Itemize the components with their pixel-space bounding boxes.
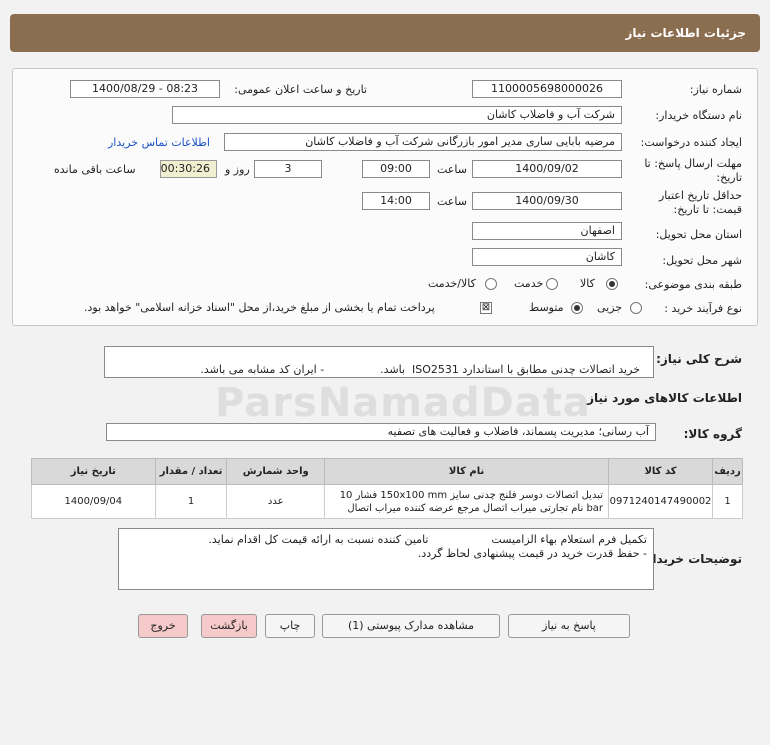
announce-label: تاریخ و ساعت اعلان عمومی: — [234, 83, 367, 96]
requester-field: مرضیه بابایی ساری مدیر امور بازرگانی شرک… — [224, 133, 622, 151]
cell-qty: 1 — [154, 484, 228, 519]
goods-section-title: اطلاعات کالاهای مورد نیاز — [587, 391, 742, 405]
col-unit: واحد شمارش — [226, 458, 326, 485]
deadline-label-1: مهلت ارسال پاسخ: تا — [644, 157, 742, 170]
cell-name-line2: bar نام تجارتی میراب اتصال مرجع عرضه کنن… — [347, 502, 604, 514]
buyer-notes-line1: تکمیل فرم استعلام بهاء الزامیست تامین کن… — [208, 533, 647, 546]
process-label: نوع فرآیند خرید : — [664, 302, 742, 315]
description-text: خرید اتصالات چدنی مطابق با استاندارد ISO… — [200, 363, 640, 376]
back-button[interactable]: بازگشت — [201, 614, 257, 638]
category-option-goods: کالا — [580, 277, 595, 290]
buyer-notes-line2: - حفظ قدرت خرید در قیمت پیشنهادی لحاظ گر… — [417, 547, 647, 560]
attachments-button[interactable]: مشاهده مدارک پیوستی (1) — [322, 614, 500, 638]
province-label: استان محل تحویل: — [655, 228, 742, 241]
deadline-time-label: ساعت — [437, 163, 467, 176]
process-option-medium: متوسط — [529, 301, 564, 314]
category-label: طبقه بندی موضوعی: — [644, 278, 742, 291]
validity-label-1: حداقل تاریخ اعتبار — [658, 189, 742, 202]
exit-button[interactable]: خروج — [138, 614, 188, 638]
items-table: ردیف کد کالا نام کالا واحد شمارش تعداد /… — [31, 458, 743, 519]
deadline-label-2: تاریخ: — [716, 171, 742, 184]
cell-name-line1: تبدیل اتصالات دوسر فلنج چدنی سایز 150x10… — [339, 489, 604, 501]
col-name: نام کالا — [324, 458, 610, 485]
requester-label: ایجاد کننده درخواست: — [640, 136, 742, 149]
validity-time-field: 14:00 — [362, 192, 430, 210]
cell-code: 0971240147490002 — [608, 484, 714, 519]
goods-group-label: گروه کالا: — [683, 427, 742, 441]
category-option-service: خدمت — [514, 277, 544, 290]
cell-name: تبدیل اتصالات دوسر فلنج چدنی سایز 150x10… — [324, 484, 610, 519]
remaining-time-field: 00:30:26 — [160, 160, 217, 178]
need-number-label: شماره نیاز: — [689, 83, 742, 96]
process-radio-medium[interactable] — [571, 302, 583, 314]
cell-row: 1 — [712, 484, 743, 519]
announce-field: 1400/08/29 - 08:23 — [70, 80, 220, 98]
city-field: کاشان — [472, 248, 622, 266]
category-radio-goods-service[interactable] — [485, 278, 497, 290]
cell-unit: عدد — [226, 484, 326, 519]
col-row: ردیف — [712, 458, 743, 485]
buyer-org-field: شرکت آب و فاضلاب کاشان — [172, 106, 622, 124]
category-radio-service[interactable] — [546, 278, 558, 290]
validity-label-2: قیمت: تا تاریخ: — [673, 203, 742, 216]
deadline-time-field: 09:00 — [362, 160, 430, 178]
description-label: شرح کلی نیاز: — [656, 352, 742, 366]
province-field: اصفهان — [472, 222, 622, 240]
cell-date: 1400/09/04 — [31, 484, 156, 519]
process-radio-partial[interactable] — [630, 302, 642, 314]
category-radio-goods[interactable] — [606, 278, 618, 290]
table-row[interactable]: 1 0971240147490002 تبدیل اتصالات دوسر فل… — [31, 484, 743, 519]
watermark-brand: ParsNamadData — [215, 380, 591, 426]
print-button[interactable]: چاپ — [265, 614, 315, 638]
page-header: جزئیات اطلاعات نیاز — [10, 14, 760, 52]
need-number-field: 1100005698000026 — [472, 80, 622, 98]
buyer-org-label: نام دستگاه خریدار: — [655, 109, 742, 122]
remaining-time-label: ساعت باقی مانده — [54, 163, 136, 176]
page-title: جزئیات اطلاعات نیاز — [625, 26, 746, 40]
validity-time-label: ساعت — [437, 195, 467, 208]
validity-date-field: 1400/09/30 — [472, 192, 622, 210]
goods-group-field: آب رسانی؛ مدیریت پسماند، فاضلاب و فعالیت… — [106, 423, 656, 441]
table-header-row: ردیف کد کالا نام کالا واحد شمارش تعداد /… — [31, 458, 743, 485]
contact-buyer-link[interactable]: اطلاعات تماس خریدار — [108, 136, 210, 149]
description-box: خرید اتصالات چدنی مطابق با استاندارد ISO… — [104, 346, 654, 378]
items-table-container: ردیف کد کالا نام کالا واحد شمارش تعداد /… — [31, 458, 743, 519]
deadline-date-field: 1400/09/02 — [472, 160, 622, 178]
buyer-notes-label: توضیحات خریدار: — [640, 552, 742, 566]
col-qty: تعداد / مقدار — [154, 458, 228, 485]
payment-note: پرداخت تمام یا بخشی از مبلغ خرید،از محل … — [84, 301, 435, 314]
city-label: شهر محل تحویل: — [662, 254, 742, 267]
process-option-partial: جزیی — [597, 301, 623, 314]
days-label: روز و — [225, 163, 250, 176]
col-date: تاریخ نیاز — [31, 458, 156, 485]
payment-checkbox[interactable]: ⊠ — [480, 302, 492, 314]
buyer-notes-box: تکمیل فرم استعلام بهاء الزامیست تامین کن… — [118, 528, 654, 590]
category-option-goods-service: کالا/خدمت — [428, 277, 476, 290]
reply-button[interactable]: پاسخ به نیاز — [508, 614, 630, 638]
days-field: 3 — [254, 160, 322, 178]
col-code: کد کالا — [608, 458, 714, 485]
